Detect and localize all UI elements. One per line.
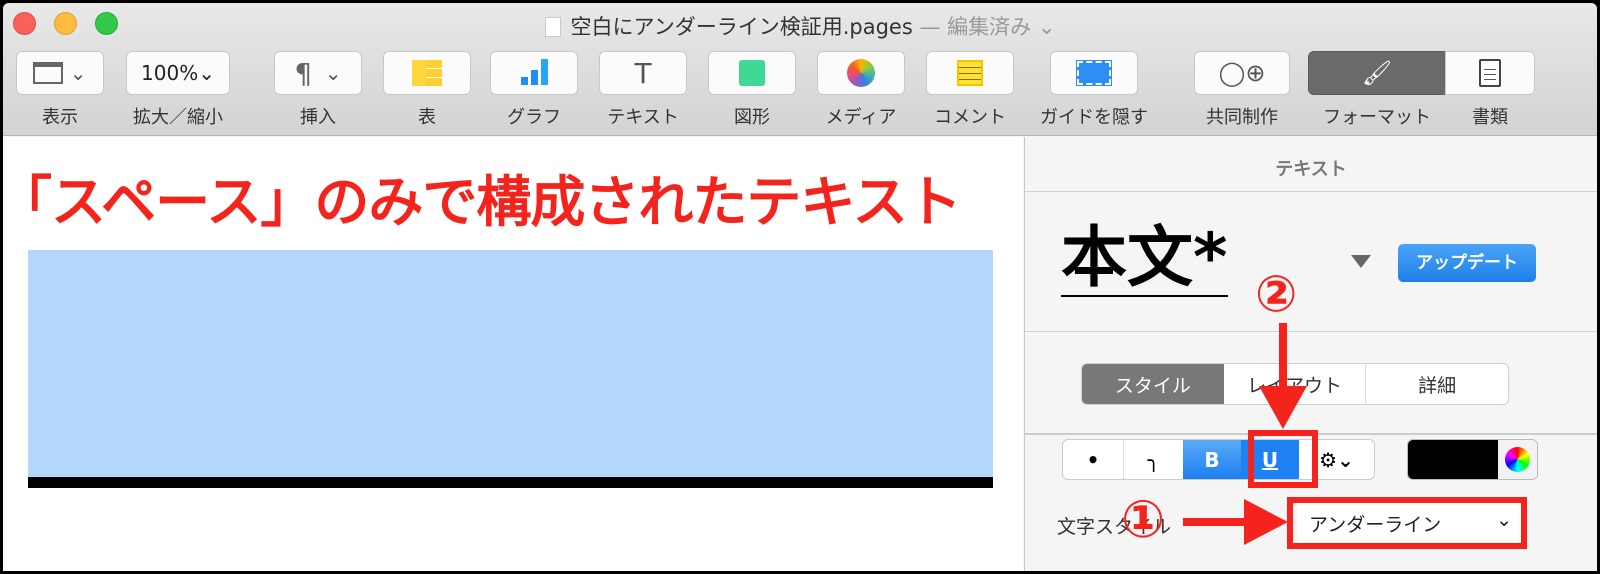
paintbrush-icon: 🖌 xyxy=(1361,59,1393,87)
pilcrow-icon: ¶ xyxy=(294,56,313,90)
insert-label: 挿入 xyxy=(300,107,336,128)
document-icon xyxy=(1479,59,1501,87)
collaborate-button[interactable]: ◯⊕ xyxy=(1194,51,1290,95)
shape-label: 図形 xyxy=(734,107,770,128)
comment-icon xyxy=(957,60,983,86)
chart-button[interactable] xyxy=(490,51,578,95)
sidebar-header: テキスト xyxy=(1025,137,1597,192)
titlebar-toolbar: 空白にアンダーライン検証用.pages — 編集済み ⌄ ⌄ 表示 100% ⌄ … xyxy=(3,3,1597,136)
tab-details[interactable]: 詳細 xyxy=(1366,364,1508,404)
sidebar-icon xyxy=(33,62,64,84)
paragraph-style-select[interactable]: 本文* xyxy=(1061,221,1228,297)
step-2-marker: ② xyxy=(1255,265,1298,323)
media-button[interactable] xyxy=(817,51,905,95)
text-color-well[interactable] xyxy=(1407,439,1538,480)
view-button[interactable]: ⌄ xyxy=(16,51,104,95)
pages-window: 空白にアンダーライン検証用.pages — 編集済み ⌄ ⌄ 表示 100% ⌄ … xyxy=(3,3,1597,571)
format-label: フォーマット xyxy=(1323,107,1431,128)
bullet-button[interactable]: • xyxy=(1063,440,1124,479)
collaborate-label: 共同制作 xyxy=(1206,107,1278,128)
step-1-marker: ① xyxy=(1121,490,1166,550)
guides-button[interactable] xyxy=(1050,51,1138,95)
shape-icon xyxy=(739,60,765,86)
table-label: 表 xyxy=(418,107,436,128)
selected-text-block[interactable] xyxy=(28,250,993,488)
document-icon xyxy=(544,17,561,37)
collaborate-icon: ◯⊕ xyxy=(1218,59,1266,87)
tab-style[interactable]: スタイル xyxy=(1082,364,1224,404)
document-label: 書類 xyxy=(1472,107,1508,128)
color-wheel-icon[interactable] xyxy=(1505,447,1530,472)
document-button[interactable] xyxy=(1445,51,1535,95)
italic-button[interactable]: ╮ xyxy=(1124,440,1183,479)
title-text: 空白にアンダーライン検証用.pages xyxy=(570,15,913,39)
guides-icon xyxy=(1076,60,1112,86)
update-button[interactable]: アップデート xyxy=(1398,244,1536,282)
guides-label: ガイドを隠す xyxy=(1040,107,1148,128)
shape-button[interactable] xyxy=(708,51,796,95)
document-canvas[interactable]: 「スペース」のみで構成されたテキスト xyxy=(3,137,1023,571)
highlight-underline xyxy=(1248,430,1318,488)
text-icon: T xyxy=(634,56,652,90)
zoom-label: 拡大／縮小 xyxy=(133,107,223,128)
chart-icon xyxy=(520,59,548,85)
arrow-1-head xyxy=(1244,499,1288,545)
arrow-2-shaft xyxy=(1279,323,1287,388)
highlight-char-style xyxy=(1287,497,1527,549)
font-style-buttons: • ╮ B U ⚙⌄ xyxy=(1062,439,1375,480)
title-status: — 編集済み xyxy=(919,15,1032,39)
window-title: 空白にアンダーライン検証用.pages — 編集済み ⌄ xyxy=(3,11,1597,41)
triangle-down-icon[interactable] xyxy=(1351,255,1371,268)
view-label: 表示 xyxy=(42,107,78,128)
table-icon xyxy=(412,60,442,86)
photos-icon xyxy=(847,59,875,87)
arrow-2-head xyxy=(1259,386,1307,429)
comment-button[interactable] xyxy=(926,51,1014,95)
arrow-1-shaft xyxy=(1183,518,1253,526)
zoom-value: 100% xyxy=(141,61,199,85)
text-button[interactable]: T xyxy=(599,51,687,95)
bold-button[interactable]: B xyxy=(1183,440,1241,479)
text-label: テキスト xyxy=(607,107,679,128)
insert-button[interactable]: ¶ ⌄ xyxy=(274,51,362,95)
zoom-select[interactable]: 100% ⌄ xyxy=(126,51,230,95)
tabs-section: スタイル レイアウト 詳細 xyxy=(1025,332,1597,435)
media-label: メディア xyxy=(825,107,897,128)
chevron-down-icon[interactable]: ⌄ xyxy=(1031,15,1056,39)
table-button[interactable] xyxy=(383,51,471,95)
chart-label: グラフ xyxy=(507,107,561,128)
comment-label: コメント xyxy=(934,107,1006,128)
format-button[interactable]: 🖌 xyxy=(1308,51,1446,95)
annotation-headline: 「スペース」のみで構成されたテキスト xyxy=(3,170,962,234)
paragraph-style-section: 本文* アップデート xyxy=(1025,192,1597,332)
